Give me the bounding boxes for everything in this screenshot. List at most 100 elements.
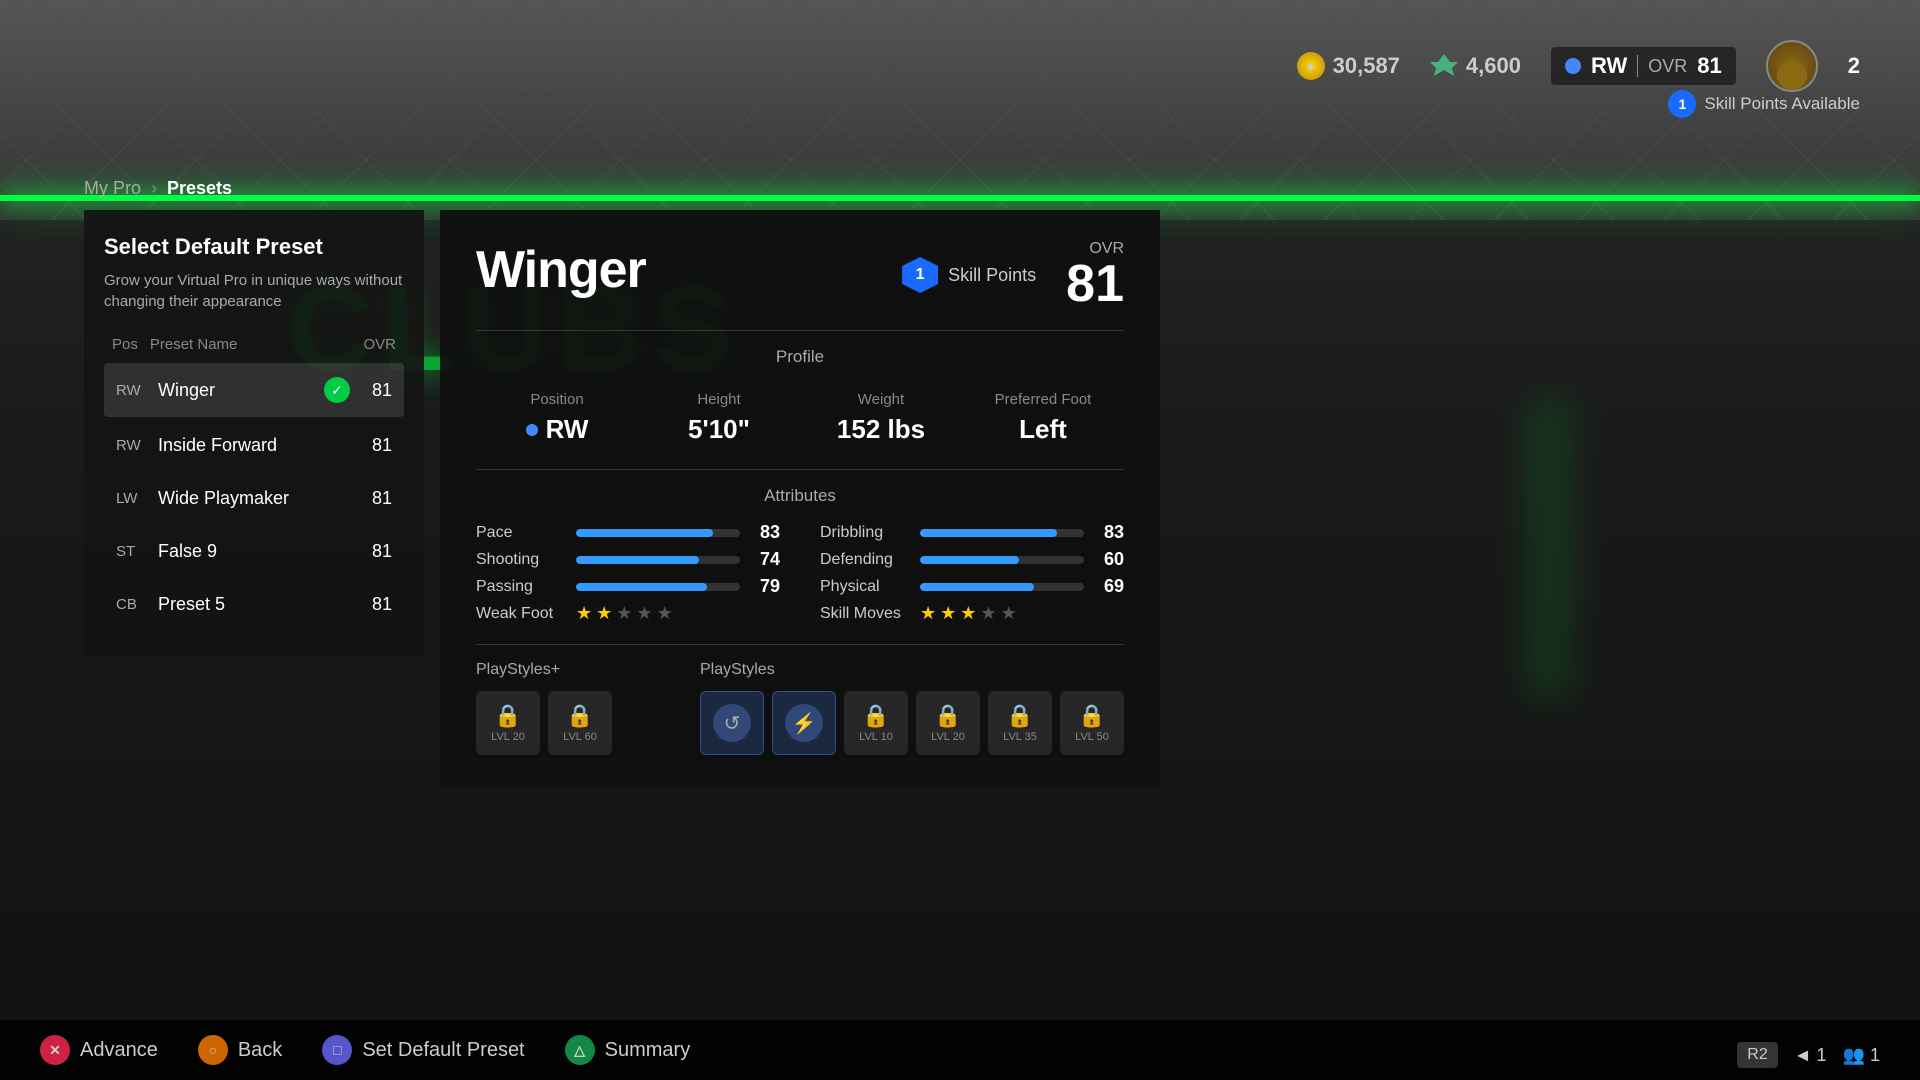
ps-plus-label: PlayStyles+ [476,661,660,679]
preset-name: False 9 [158,541,350,562]
attr-name: Passing [476,578,566,596]
attr-bar-fill [920,556,1019,564]
preset-name: Winger [158,380,312,401]
breadcrumb-root: My Pro [84,178,141,199]
profile-weight-cell: Weight 152 lbs [800,383,962,453]
lock-icon: 🔒 [566,703,593,729]
profile-pos-cell: Position RW [476,383,638,453]
page-indicator: ◄ 1 [1794,1045,1827,1066]
lock-icon: 🔒 [862,703,889,729]
weight-value: 152 lbs [800,414,962,445]
pos-text: RW [546,414,589,445]
attr-name: Physical [820,578,910,596]
ps-label: PlayStyles [700,661,1124,679]
attr-name: Dribbling [820,524,910,542]
attr-bar-fill [920,583,1034,591]
height-value: 5'10" [638,414,800,445]
attr-row-left: Pace 83 [476,522,780,543]
attr-bar [920,529,1084,537]
skill-points-section: 1 Skill Points [902,257,1036,293]
preset-row[interactable]: ST False 9 81 [104,527,404,576]
currency-vp: 4,600 [1430,52,1521,80]
stars: ★★★★★ [576,603,673,624]
nav-btn-advance[interactable]: ✕ Advance [40,1035,158,1065]
breadcrumb: My Pro › Presets [84,178,232,199]
nav-btn-label: Set Default Preset [362,1039,524,1062]
ps-level: LVL 60 [563,731,597,743]
ps-level: LVL 20 [931,731,965,743]
preset-row[interactable]: RW Winger ✓ 81 [104,363,404,417]
attr-bar [576,556,740,564]
attr-name: Skill Moves [820,605,910,623]
attributes-section-label: Attributes [476,486,1124,506]
sidebar-glow [1530,400,1570,700]
preset-list: RW Winger ✓ 81 RW Inside Forward 81 LW W… [104,363,404,629]
preset-row[interactable]: CB Preset 5 81 [104,580,404,629]
skill-hex-badge: 1 [902,257,938,293]
col-name: Preset Name [150,336,364,353]
attr-name: Defending [820,551,910,569]
ovr-value: 81 [1697,53,1721,79]
left-panel: Select Default Preset Grow your Virtual … [84,210,424,657]
ps-icon: ⚡ [772,691,836,755]
star: ★ [1001,603,1017,624]
star: ★ [960,603,976,624]
skill-points-card-label: Skill Points [948,265,1036,286]
attr-row-left: Weak Foot★★★★★ [476,603,780,624]
preset-title: Winger [476,240,646,300]
ps-level: LVL 20 [491,731,525,743]
attr-bar [576,529,740,537]
pos-dot [526,424,538,436]
ps-plus-icon: 🔒 LVL 60 [548,691,612,755]
nav-btn-summary[interactable]: △ Summary [565,1035,691,1065]
attr-value: 79 [750,576,780,597]
r2-badge: R2 [1737,1042,1777,1068]
nav-btn-set-default-preset[interactable]: □ Set Default Preset [322,1035,524,1065]
attr-name: Shooting [476,551,566,569]
bottom-nav: ✕ Advance ○ Back □ Set Default Preset △ … [0,1020,1920,1080]
ps-icon-img: ↺ [713,704,751,742]
attr-bar-fill [576,529,713,537]
foot-value: Left [962,414,1124,445]
divider-mid [476,469,1124,470]
panel-title: Select Default Preset [104,234,404,260]
preset-pos: RW [116,437,146,454]
ps-icons: ↺⚡🔒LVL 10🔒LVL 20🔒LVL 35🔒LVL 50 [700,691,1124,755]
attr-bar-fill [576,583,707,591]
star: ★ [940,603,956,624]
currency-coins: ● 30,587 [1297,52,1400,80]
lock-icon: 🔒 [494,703,521,729]
attr-value: 69 [1094,576,1124,597]
ps-level: LVL 50 [1075,731,1109,743]
attr-row-right: Physical 69 [820,576,1124,597]
attr-bar [920,556,1084,564]
star: ★ [596,603,612,624]
breadcrumb-chevron: › [151,178,157,199]
nav-btn-back[interactable]: ○ Back [198,1035,282,1065]
ps-icon: 🔒LVL 20 [916,691,980,755]
attr-value: 83 [750,522,780,543]
attr-row-right: Dribbling 83 [820,522,1124,543]
lock-icon: 🔒 [1006,703,1033,729]
preset-ovr: 81 [362,435,392,456]
attr-row-right: Defending 60 [820,549,1124,570]
ovr-big-value: 81 [1066,258,1124,310]
col-pos: Pos [112,336,138,353]
attr-row-left: Passing 79 [476,576,780,597]
attr-bar-fill [576,556,699,564]
card-header: Winger 1 Skill Points OVR 81 [476,240,1124,310]
coin-icon: ● [1297,52,1325,80]
lock-icon: 🔒 [1078,703,1105,729]
ps-icon: 🔒 LVL 50 [1060,691,1124,755]
preset-row[interactable]: LW Wide Playmaker 81 [104,474,404,523]
playstyles-col: PlayStyles ↺⚡🔒LVL 10🔒LVL 20🔒LVL 35🔒LVL 5… [700,661,1124,755]
ps-icon: 🔒LVL 10 [844,691,908,755]
ps-icon-img: ⚡ [785,704,823,742]
preset-pos: ST [116,543,146,560]
weight-label: Weight [800,391,962,408]
nav-button-group: ✕ Advance ○ Back □ Set Default Preset △ … [40,1035,690,1065]
card-header-right: 1 Skill Points OVR 81 [902,240,1124,310]
ps-plus-icon: 🔒 LVL 20 [476,691,540,755]
pos-label: Position [476,391,638,408]
preset-row[interactable]: RW Inside Forward 81 [104,421,404,470]
